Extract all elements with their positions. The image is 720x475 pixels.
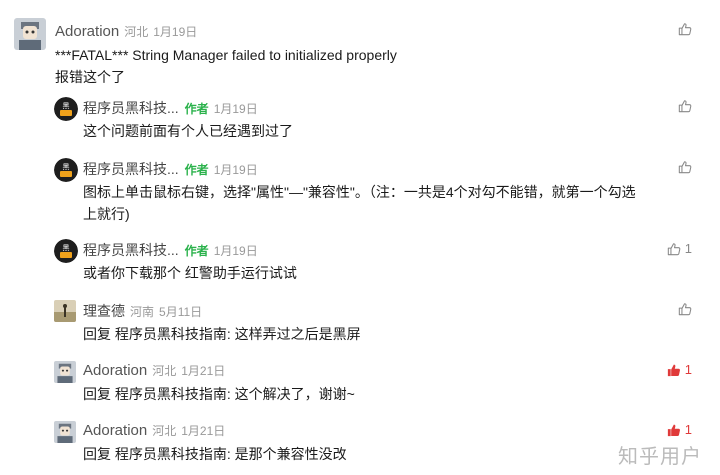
comment-body: 回复 程序员黑科技指南: 这个解决了，谢谢~ [83,383,355,405]
location: 河北 [152,364,177,378]
comment-meta: 理查德 河南 5月11日 [83,302,202,321]
author-badge: 作者 [184,102,209,116]
user-avatar[interactable] [54,300,76,322]
comment-line: 报错这个了 [55,69,125,85]
svg-text:黑: 黑 [63,102,70,110]
comment-line: 或者你下载那个 红警助手运行试试 [83,265,297,281]
like-count: 1 [684,422,692,437]
comment-date: 1月21日 [181,424,226,438]
watermark-text: 知乎用户 [618,444,702,468]
like-button[interactable]: 1 [667,362,692,377]
reply-text: : 这样弄过之后是黑屏 [226,326,361,342]
thumbs-up-icon [678,160,692,174]
author-name[interactable]: 理查德 [83,303,125,319]
comment-date: 1月19日 [213,102,258,116]
comment-body: 图标上单击鼠标右键，选择"属性"—"兼容性"。（注：一共是4个对勾不能错，就第一… [83,181,683,225]
reply-target-link[interactable]: 程序员黑科技指南 [115,386,227,402]
reply-keyword: 回复 [83,386,111,402]
author-badge: 作者 [184,163,209,177]
author-name[interactable]: Adoration [83,422,147,439]
user-avatar[interactable]: 黑 [54,239,78,263]
comment-item: 理查德 河南 5月11日 回复 程序员黑科技指南: 这样弄过之后是黑屏 [54,300,704,350]
svg-text:黑: 黑 [63,163,70,171]
comment-meta: 程序员黑科技... 作者 1月19日 [83,241,258,260]
thumbs-up-icon [678,302,692,316]
comment-item: 黑 程序员黑科技... 作者 1月19日 这个问题前面有个人已经遇到过了 [54,97,704,147]
comment-meta: 程序员黑科技... 作者 1月19日 [83,99,258,118]
author-name[interactable]: Adoration [55,23,119,40]
like-button[interactable] [678,22,692,36]
comment-meta: Adoration 河北 1月21日 [83,421,225,440]
like-button[interactable] [678,302,692,316]
comment-thread: Adoration 河北 1月19日 ***FATAL*** String Mana… [0,0,720,475]
comment-item: 黑 程序员黑科技... 作者 1月19日 或者你下载那个 红警助手运行试试 1 [54,239,704,289]
like-count: 1 [684,362,692,377]
author-name[interactable]: 程序员黑科技... [83,161,179,177]
reply-keyword: 回复 [83,446,111,462]
comment-meta: Adoration 河北 1月19日 [55,22,197,41]
reply-target-link[interactable]: 程序员黑科技指南 [115,446,227,462]
comment-line: 这个问题前面有个人已经遇到过了 [83,123,293,139]
like-button[interactable] [678,99,692,113]
user-avatar[interactable]: 黑 [54,97,78,121]
reply-text: : 是那个兼容性没改 [226,446,347,462]
comment-body: 这个问题前面有个人已经遇到过了 [83,120,293,142]
comment-line: 图标上单击鼠标右键，选择"属性"—"兼容性"。（注：一共是4个对勾不能错，就第一… [83,184,636,200]
location: 河南 [130,305,155,319]
comment-date: 1月19日 [213,244,258,258]
comment-line: 上就行) [83,206,130,222]
comment-item: 黑 程序员黑科技... 作者 1月19日 图标上单击鼠标右键，选择"属性"—"兼容性… [54,158,704,228]
comment-item: Adoration 河北 1月19日 ***FATAL*** String Mana… [14,18,704,88]
author-name[interactable]: Adoration [83,362,147,379]
comment-meta: Adoration 河北 1月21日 [83,361,225,380]
comment-date: 1月19日 [153,25,198,39]
thumbs-up-icon [678,99,692,113]
svg-text:黑: 黑 [63,244,70,252]
reply-text: : 这个解决了，谢谢~ [226,386,355,402]
user-avatar[interactable] [54,361,76,383]
thumbs-up-icon [667,242,681,256]
thumbs-up-icon [667,363,681,377]
author-badge: 作者 [184,244,209,258]
like-count: 1 [684,241,692,256]
comment-body: 或者你下载那个 红警助手运行试试 [83,262,297,284]
comment-item: Adoration 河北 1月21日 回复 程序员黑科技指南: 这个解决了，谢谢~ … [54,361,704,411]
reply-keyword: 回复 [83,326,111,342]
comment-date: 1月21日 [181,364,226,378]
thumbs-up-icon [678,22,692,36]
location: 河北 [152,424,177,438]
comment-item: Adoration 河北 1月21日 回复 程序员黑科技指南: 是那个兼容性没改 1 [54,421,704,471]
author-name[interactable]: 程序员黑科技... [83,242,179,258]
comment-line: ***FATAL*** String Manager failed to ini… [55,47,397,63]
comment-meta: 程序员黑科技... 作者 1月19日 [83,160,258,179]
location: 河北 [124,25,149,39]
author-name[interactable]: 程序员黑科技... [83,100,179,116]
like-button[interactable]: 1 [667,241,692,256]
comment-body: 回复 程序员黑科技指南: 是那个兼容性没改 [83,443,347,465]
user-avatar[interactable] [54,421,76,443]
comment-body: ***FATAL*** String Manager failed to ini… [55,44,397,88]
comment-date: 1月19日 [213,163,258,177]
thumbs-up-icon [667,423,681,437]
user-avatar[interactable] [14,18,46,50]
reply-target-link[interactable]: 程序员黑科技指南 [115,326,227,342]
user-avatar[interactable]: 黑 [54,158,78,182]
like-button[interactable] [678,160,692,174]
comment-body: 回复 程序员黑科技指南: 这样弄过之后是黑屏 [83,323,361,345]
like-button[interactable]: 1 [667,422,692,437]
comment-date: 5月11日 [159,305,203,319]
